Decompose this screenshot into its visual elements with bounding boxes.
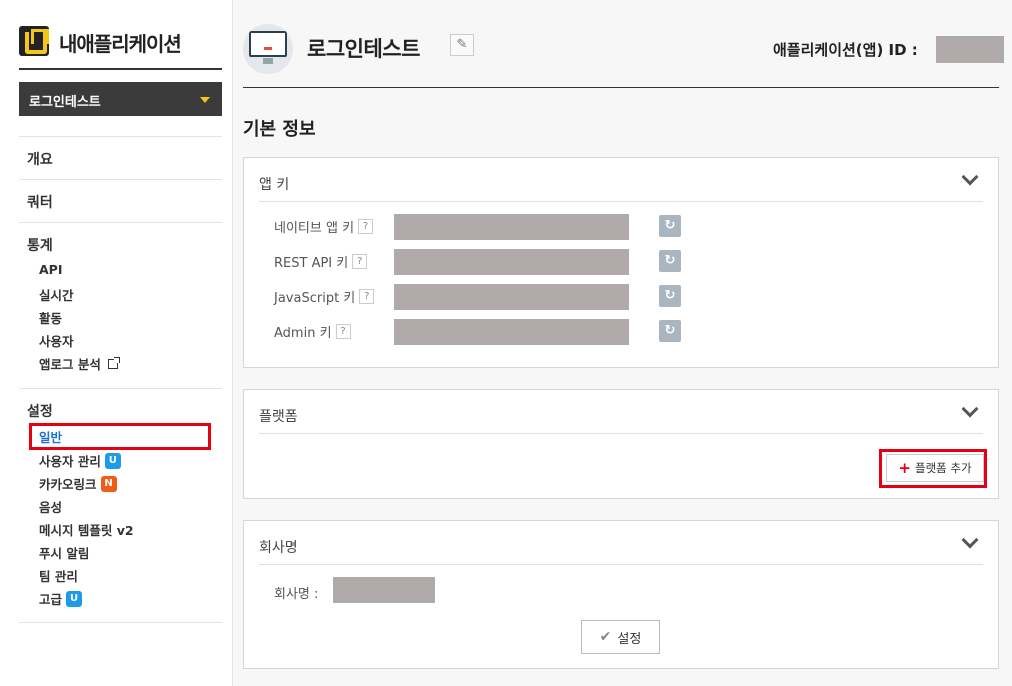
nav-stats-realtime[interactable]: 실시간 bbox=[39, 285, 74, 304]
help-icon[interactable]: ? bbox=[359, 289, 375, 304]
nav-label: 앱로그 분석 bbox=[39, 357, 101, 372]
nav-label: 활동 bbox=[39, 311, 63, 326]
refresh-icon: ↻ bbox=[664, 218, 676, 233]
divider bbox=[19, 179, 222, 180]
highlight-box-add-platform bbox=[879, 449, 987, 488]
highlight-box-general bbox=[29, 423, 211, 450]
app-name: 로그인테스트 bbox=[307, 37, 420, 61]
refresh-icon: ↻ bbox=[664, 288, 676, 303]
javascript-key-label: JavaScript 키 ? bbox=[274, 287, 375, 306]
nav-label: 사용자 관리 bbox=[39, 454, 101, 469]
rest-api-key-value-redacted bbox=[394, 249, 629, 275]
admin-key-label: Admin 키 ? bbox=[274, 322, 351, 341]
nav-label: 실시간 bbox=[39, 288, 74, 303]
key-label-text: 네이티브 앱 키 bbox=[274, 221, 355, 236]
nav-settings-heading: 설정 bbox=[27, 404, 53, 420]
nav-settings-team[interactable]: 팀 관리 bbox=[39, 566, 78, 585]
brand: 내애플리케이션 bbox=[19, 24, 222, 70]
refresh-javascript-key-button[interactable]: ↻ bbox=[659, 285, 681, 307]
divider bbox=[19, 622, 222, 623]
nav-label: 음성 bbox=[39, 500, 63, 515]
nav-label: API bbox=[39, 262, 63, 277]
brand-title[interactable]: 내애플리케이션 bbox=[59, 28, 182, 57]
company-panel: 회사명 회사명 : ✔ 설정 bbox=[243, 520, 999, 669]
pencil-icon: ✎ bbox=[456, 37, 468, 52]
nav-label: 푸시 알림 bbox=[39, 546, 90, 561]
javascript-key-value-redacted bbox=[394, 284, 629, 310]
refresh-icon: ↻ bbox=[664, 253, 676, 268]
refresh-native-key-button[interactable]: ↻ bbox=[659, 215, 681, 237]
save-company-button[interactable]: ✔ 설정 bbox=[581, 620, 660, 654]
update-badge: U bbox=[104, 452, 121, 469]
app-select-dropdown[interactable]: 로그인테스트 bbox=[19, 82, 222, 116]
nav-label: 메시지 템플릿 v2 bbox=[39, 523, 134, 538]
key-label-text: JavaScript 키 bbox=[274, 291, 356, 306]
refresh-admin-key-button[interactable]: ↻ bbox=[659, 320, 681, 342]
nav-settings-voice[interactable]: 음성 bbox=[39, 497, 62, 516]
app-keys-panel: 앱 키 네이티브 앱 키 ? ↻ REST API 키 ? ↻ JavaScri… bbox=[243, 157, 999, 368]
nav-stats-heading: 통계 bbox=[27, 238, 53, 254]
divider bbox=[259, 564, 983, 565]
help-icon[interactable]: ? bbox=[335, 324, 351, 339]
kakao-developers-logo-icon bbox=[19, 26, 49, 56]
rest-api-key-label: REST API 키 ? bbox=[274, 252, 368, 271]
nav-settings-push[interactable]: 푸시 알림 bbox=[39, 543, 89, 562]
caret-down-icon bbox=[200, 97, 210, 103]
nav-label: 사용자 bbox=[39, 334, 74, 349]
app-header: 로그인테스트 ✎ 애플리케이션(앱) ID : bbox=[243, 24, 1004, 88]
nav-settings-advanced[interactable]: 고급 U bbox=[39, 589, 83, 608]
nav-stats-applog[interactable]: 앱로그 분석 bbox=[39, 354, 120, 373]
nav-stats-api[interactable]: API bbox=[39, 262, 63, 277]
save-label: 설정 bbox=[617, 631, 642, 647]
refresh-icon: ↻ bbox=[664, 323, 676, 338]
key-label-text: Admin 키 bbox=[274, 326, 332, 341]
nav-settings-user-management[interactable]: 사용자 관리 U bbox=[39, 451, 121, 470]
nav-stats-activity[interactable]: 활동 bbox=[39, 308, 62, 327]
app-select-value: 로그인테스트 bbox=[29, 95, 101, 110]
key-label-text: REST API 키 bbox=[274, 256, 349, 271]
divider bbox=[19, 136, 222, 137]
help-icon[interactable]: ? bbox=[352, 254, 368, 269]
chevron-down-icon[interactable] bbox=[961, 168, 979, 186]
nav-query[interactable]: 쿼터 bbox=[27, 192, 53, 212]
admin-key-value-redacted bbox=[394, 319, 629, 345]
divider bbox=[259, 433, 983, 434]
divider bbox=[19, 222, 222, 223]
nav-overview[interactable]: 개요 bbox=[27, 149, 53, 169]
nav-settings-message-template[interactable]: 메시지 템플릿 v2 bbox=[39, 520, 134, 539]
nav-label: 카카오링크 bbox=[39, 477, 97, 492]
company-name-value-redacted bbox=[333, 577, 435, 603]
nav-settings-kakaolink[interactable]: 카카오링크 N bbox=[39, 474, 117, 493]
app-id-value-redacted bbox=[936, 36, 1004, 63]
section-title: 기본 정보 bbox=[243, 119, 316, 140]
refresh-rest-key-button[interactable]: ↻ bbox=[659, 250, 681, 272]
new-badge: N bbox=[100, 475, 117, 492]
external-link-icon bbox=[107, 356, 120, 369]
panel-title: 플랫폼 bbox=[259, 409, 298, 425]
divider bbox=[19, 388, 222, 389]
native-app-key-label: 네이티브 앱 키 ? bbox=[274, 217, 374, 236]
chevron-down-icon[interactable] bbox=[961, 400, 979, 418]
native-app-key-value-redacted bbox=[394, 214, 629, 240]
update-badge: U bbox=[66, 590, 83, 607]
nav-label: 고급 bbox=[39, 592, 63, 607]
nav-stats-users[interactable]: 사용자 bbox=[39, 331, 74, 350]
chevron-down-icon[interactable] bbox=[961, 531, 979, 549]
nav-label: 팀 관리 bbox=[39, 569, 78, 584]
panel-title: 앱 키 bbox=[259, 177, 290, 193]
help-icon[interactable]: ? bbox=[358, 219, 374, 234]
edit-app-name-button[interactable]: ✎ bbox=[450, 34, 474, 56]
app-id-label: 애플리케이션(앱) ID : bbox=[773, 41, 918, 59]
checkmark-icon: ✔ bbox=[599, 629, 612, 645]
divider bbox=[259, 201, 983, 202]
app-thumbnail-monitor-icon bbox=[243, 24, 293, 74]
panel-title: 회사명 bbox=[259, 540, 298, 556]
company-name-label: 회사명 : bbox=[274, 587, 319, 602]
sidebar: 내애플리케이션 로그인테스트 개요 쿼터 통계 API 실시간 활동 사용자 앱… bbox=[0, 0, 233, 686]
